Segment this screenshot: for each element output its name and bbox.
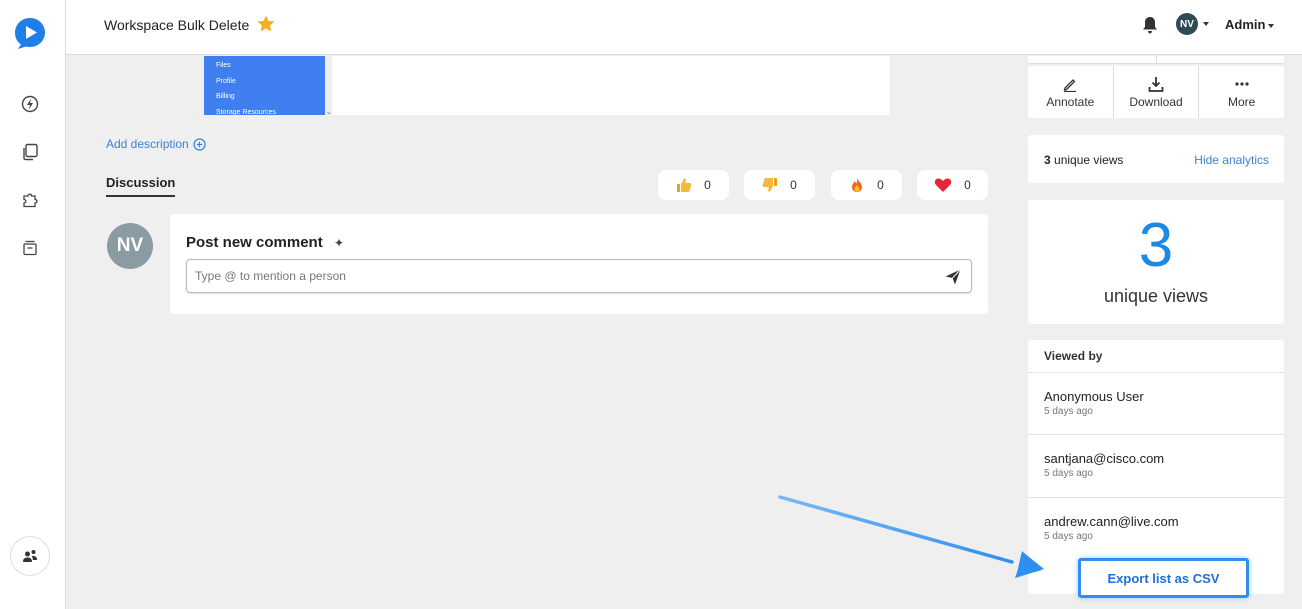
reaction-count: 0 [877,178,884,192]
viewer-time: 5 days ago [1044,468,1093,479]
viewer-name: Anonymous User [1044,389,1144,404]
reaction-thumbs-up[interactable]: 0 [658,170,729,200]
team-icon[interactable] [10,536,50,576]
admin-menu-label: Admin [1225,17,1266,32]
reaction-count: 0 [964,178,971,192]
add-description-link[interactable]: Add description [106,137,206,151]
thumbnail-menu-item: Profile [216,77,236,85]
reaction-count: 0 [704,178,711,192]
fire-icon [852,178,863,192]
list-item: santjana@cisco.com 5 days ago [1028,434,1284,495]
viewed-by-list: Viewed by Anonymous User 5 days ago sant… [1028,340,1284,594]
thumbnail-menu-preview: Files Profile Billing Storage Resources [204,56,325,115]
hide-analytics-link[interactable]: Hide analytics [1194,153,1269,167]
list-item: Anonymous User 5 days ago [1028,372,1284,433]
bell-icon[interactable] [1141,15,1159,35]
list-item: andrew.cann@live.com 5 days ago [1028,497,1284,558]
left-sidebar [0,0,66,609]
unique-views-card: 3 unique views [1028,200,1284,324]
thumbnail-menu-item: Storage Resources [216,108,276,116]
unique-views-big-number: 3 [1138,211,1174,280]
chevron-down-icon[interactable] [1203,22,1209,26]
reaction-heart[interactable]: 0 [917,170,988,200]
top-header: Workspace Bulk Delete NV Admin [66,0,1302,55]
viewer-time: 5 days ago [1044,406,1093,417]
commenter-avatar: NV [107,223,153,269]
comment-input-wrapper [186,259,972,293]
download-label: Download [1129,94,1183,109]
more-button[interactable]: More [1199,66,1284,118]
download-button[interactable]: Download [1114,66,1200,118]
analytics-summary: 3 unique views Hide analytics [1028,135,1284,183]
sparkle-icon[interactable]: ✦ [334,236,344,250]
puzzle-icon[interactable] [19,189,41,211]
unique-views-suffix: unique views [1054,153,1124,167]
thumbs-up-icon [677,178,692,192]
viewer-name: andrew.cann@live.com [1044,514,1179,529]
more-dots-icon [1235,81,1249,86]
viewed-by-title: Viewed by [1044,349,1103,363]
archive-icon[interactable] [19,237,41,259]
comment-input[interactable] [187,260,927,292]
more-label: More [1228,94,1256,109]
tab-discussion[interactable]: Discussion [106,175,176,197]
right-panel-top-strip [1028,56,1284,64]
unique-views-summary: 3 unique views [1044,153,1123,167]
plus-circle-icon [193,137,206,151]
add-description-label: Add description [106,137,189,151]
thumbnail-menu-item: Billing [216,93,235,100]
reaction-fire[interactable]: 0 [831,170,902,200]
thumbnail-menu-item: Files [216,62,231,69]
post-comment-title: Post new comment [186,234,323,251]
lightning-icon[interactable] [19,93,41,115]
reaction-thumbs-down[interactable]: 0 [744,170,815,200]
reaction-count: 0 [790,178,797,192]
action-bar: Annotate Download More [1028,66,1284,118]
heart-icon [934,178,952,192]
annotate-label: Annotate [1046,94,1095,109]
send-icon[interactable] [944,268,962,286]
thumbnail-preview[interactable] [332,56,890,115]
thumbs-down-icon [762,178,778,192]
unique-views-big-label: unique views [1103,286,1209,306]
comment-card: Post new comment ✦ [170,214,988,314]
copy-pages-icon[interactable] [19,141,41,163]
user-avatar[interactable]: NV [1176,13,1198,35]
app-logo-icon[interactable] [14,17,46,49]
unique-views-count: 3 [1044,153,1051,167]
chevron-down-icon: ⌄ [326,109,332,116]
download-icon [1148,76,1164,92]
viewer-name: santjana@cisco.com [1044,451,1165,466]
viewer-time: 5 days ago [1044,531,1093,542]
page-title: Workspace Bulk Delete [104,17,250,33]
pen-icon [1063,78,1077,92]
star-icon[interactable] [256,14,276,34]
chevron-down-icon [1268,23,1275,28]
annotate-button[interactable]: Annotate [1028,66,1114,118]
export-csv-button[interactable]: Export list as CSV [1078,558,1249,598]
admin-menu[interactable]: Admin [1225,17,1275,32]
